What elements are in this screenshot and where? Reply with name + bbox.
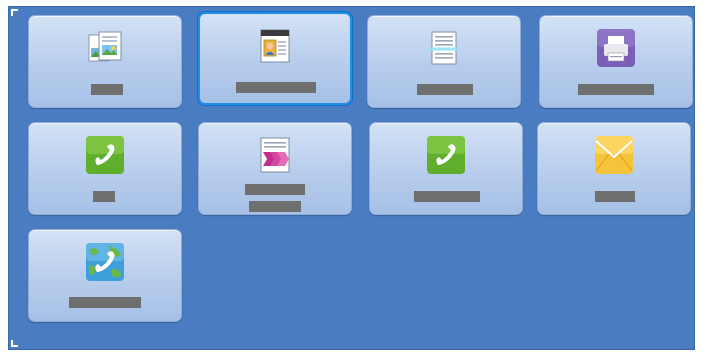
tile-label-redacted [236, 82, 316, 93]
tile-label-redacted [91, 84, 123, 95]
service-tile-server-fax[interactable] [369, 122, 523, 215]
service-tile-fax[interactable] [28, 122, 182, 215]
service-tile-id-card-copy[interactable] [198, 12, 352, 105]
services-home-panel [8, 6, 695, 350]
tile-label-redacted [245, 184, 305, 195]
panel-corner-top-left [11, 9, 18, 16]
service-tile-scan[interactable] [367, 15, 521, 108]
tile-label-redacted [69, 297, 141, 308]
panel-corner-bottom-left [11, 340, 18, 347]
service-tile-internet-fax[interactable] [28, 229, 182, 322]
email-envelope-icon [595, 136, 633, 174]
service-tile-print[interactable] [539, 15, 693, 108]
service-tile-copy[interactable] [28, 15, 182, 108]
tile-label-redacted [417, 84, 473, 95]
scan-document-icon [430, 31, 458, 65]
internet-fax-icon [86, 243, 124, 281]
service-tile-email[interactable] [537, 122, 691, 215]
id-card-copy-icon [260, 29, 290, 63]
tile-label-redacted [595, 191, 635, 202]
copy-icon [88, 31, 122, 62]
tile-label-redacted [249, 201, 301, 212]
tile-label-redacted [93, 191, 115, 202]
printer-icon [597, 29, 635, 67]
fax-phone-icon [86, 136, 124, 174]
workflow-scanning-icon [260, 137, 290, 173]
tile-label-redacted [414, 191, 480, 202]
service-tile-workflow-scanning[interactable] [198, 122, 352, 215]
server-fax-phone-icon [427, 136, 465, 174]
tile-label-redacted [578, 84, 654, 95]
